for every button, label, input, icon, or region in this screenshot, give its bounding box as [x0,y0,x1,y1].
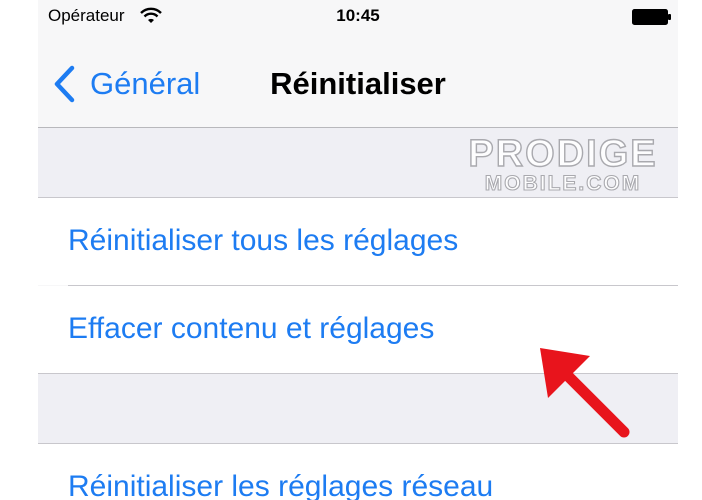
reset-network-settings-label: Réinitialiser les réglages réseau [68,470,494,500]
reset-all-settings-cell[interactable]: Réinitialiser tous les réglages [38,198,678,285]
section-gap [38,374,678,443]
section-gap [38,128,678,197]
erase-content-settings-cell[interactable]: Effacer contenu et réglages [38,286,678,373]
battery-icon [632,9,671,25]
status-bar: Opérateur 10:45 [38,0,678,34]
status-time: 10:45 [336,6,380,25]
erase-content-settings-label: Effacer contenu et réglages [68,312,435,345]
phone-screen: Opérateur 10:45 Général Réinitialiser Ré… [38,0,678,500]
page-title: Réinitialiser [270,66,446,101]
page: Opérateur 10:45 Général Réinitialiser Ré… [0,0,702,500]
reset-all-settings-label: Réinitialiser tous les réglages [68,224,459,257]
reset-network-settings-cell[interactable]: Réinitialiser les réglages réseau [38,444,678,500]
navigation-bar: Général Réinitialiser [38,34,678,128]
